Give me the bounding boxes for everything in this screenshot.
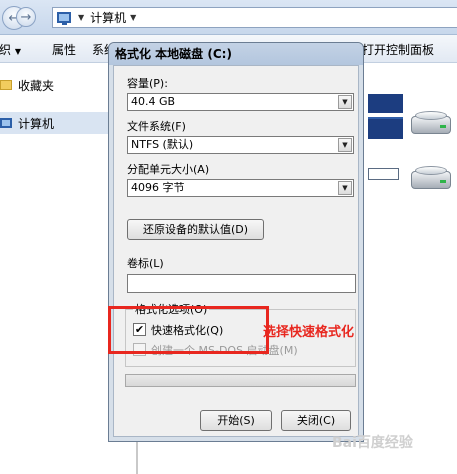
capacity-select[interactable]: 40.4 GB ▼ (127, 93, 354, 111)
chevron-down-icon[interactable]: ▼ (78, 13, 84, 22)
filesystem-select[interactable]: NTFS (默认) ▼ (127, 136, 354, 154)
allocation-value: 4096 字节 (131, 181, 185, 194)
close-button[interactable]: 关闭(C) (281, 410, 351, 431)
organize-label: 织 (0, 43, 12, 57)
dialog-title: 格式化 本地磁盘 (C:) (109, 43, 363, 65)
drive-usage-bar-empty (368, 168, 399, 180)
hard-drive-icon[interactable] (409, 165, 453, 193)
format-progress-bar (125, 374, 356, 387)
computer-icon (57, 12, 71, 25)
restore-defaults-button[interactable]: 还原设备的默认值(D) (127, 219, 264, 240)
capacity-label: 容量(P): (127, 77, 168, 90)
organize-menu[interactable]: 织 ▼ (0, 41, 21, 58)
filesystem-value: NTFS (默认) (131, 138, 194, 151)
allocation-select[interactable]: 4096 字节 ▼ (127, 179, 354, 197)
chevron-down-icon[interactable]: ▼ (338, 95, 352, 109)
format-dialog: 格式化 本地磁盘 (C:) 容量(P): 40.4 GB ▼ 文件系统(F) N… (108, 42, 364, 442)
chevron-down-icon[interactable]: ▼ (338, 138, 352, 152)
folder-star-icon (0, 80, 12, 90)
chevron-down-icon[interactable]: ▼ (338, 181, 352, 195)
pane-divider (136, 440, 138, 474)
highlight-box (108, 306, 269, 354)
watermark-text: Bai百度经验 (332, 435, 413, 451)
volume-label-label: 卷标(L) (127, 257, 164, 270)
sidebar-item-label: 收藏夹 (18, 78, 55, 93)
start-button[interactable]: 开始(S) (200, 410, 272, 431)
chevron-down-icon[interactable]: ▼ (130, 13, 136, 22)
explorer-header: ← → ▼ 计算机 ▼ (0, 0, 457, 35)
sidebar-item-computer[interactable]: 计算机 (0, 112, 112, 134)
allocation-label: 分配单元大小(A) (127, 163, 210, 176)
drive-usage-fill (368, 117, 403, 119)
annotation-text: 选择快速格式化 (263, 325, 355, 340)
capacity-value: 40.4 GB (131, 95, 176, 108)
dialog-body: 容量(P): 40.4 GB ▼ 文件系统(F) NTFS (默认) ▼ 分配单… (113, 65, 359, 437)
properties-button[interactable]: 属性 (52, 41, 76, 58)
forward-arrow-icon: → (20, 9, 32, 25)
sidebar-item-favorites[interactable]: 收藏夹 (0, 74, 112, 96)
filesystem-label: 文件系统(F) (127, 120, 186, 133)
volume-label-input[interactable] (127, 274, 356, 293)
hard-drive-icon[interactable] (409, 110, 453, 138)
address-text: 计算机 (90, 11, 127, 25)
chevron-down-icon: ▼ (14, 47, 21, 56)
control-panel-button[interactable]: 打开控制面板 (362, 41, 434, 58)
forward-button[interactable]: → (16, 7, 36, 27)
computer-icon (0, 118, 12, 128)
address-bar[interactable]: ▼ 计算机 ▼ (52, 7, 457, 28)
sidebar-item-label: 计算机 (18, 116, 55, 131)
navigation-pane: 收藏夹 计算机 (0, 64, 112, 474)
